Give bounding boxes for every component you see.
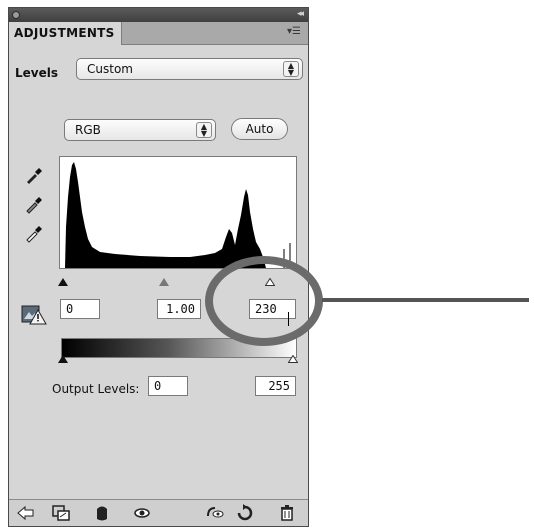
tab-adjustments[interactable]: ADJUSTMENTS [9,22,122,45]
mask-icon[interactable] [92,504,112,522]
white-point-eyedropper-icon[interactable] [23,222,45,244]
histogram-graph [65,162,291,268]
histogram [59,156,297,269]
gray-point-eyedropper-icon[interactable] [23,193,45,215]
panel-menu-icon[interactable]: ▾☰ [287,26,301,37]
input-black-field[interactable]: 0 [60,299,100,319]
channel-value: RGB [75,123,101,137]
select-arrows-icon: ▲ ▼ [196,122,212,138]
input-black-slider[interactable] [58,278,68,286]
preset-value: Custom [87,62,133,76]
reset-icon[interactable] [235,504,255,522]
clipping-warning-icon[interactable] [21,304,47,326]
output-white-slider[interactable] [288,355,298,363]
close-panel-icon[interactable] [12,11,20,19]
auto-button[interactable]: Auto [231,118,288,140]
clip-to-layer-icon[interactable] [51,504,71,522]
black-point-eyedropper-icon[interactable] [23,164,45,186]
visibility-eye-icon[interactable] [132,504,152,522]
output-black-field[interactable]: 0 [148,376,188,396]
input-gamma-slider[interactable] [159,278,169,286]
collapse-panel-icon[interactable]: ◂◂ [297,9,304,19]
view-previous-state-icon[interactable] [205,504,225,522]
output-levels-label: Output Levels: [52,382,140,396]
back-arrow-icon[interactable] [16,504,36,522]
levels-label: Levels [15,66,59,80]
input-gamma-field[interactable]: 1.00 [157,299,201,319]
channel-select[interactable]: RGB ▲ ▼ [64,119,216,141]
panel-titlebar: ◂◂ [9,8,308,22]
output-white-field[interactable]: 255 [255,376,296,396]
callout-line [322,298,529,302]
panel-bottom-bar [9,499,308,526]
output-black-slider[interactable] [58,355,68,363]
preset-select[interactable]: Custom ▲ ▼ [76,58,303,80]
panel-tabstrip: ADJUSTMENTS ▾☰ [9,22,308,45]
highlight-ring [205,256,323,346]
trash-icon[interactable] [277,504,297,522]
select-arrows-icon: ▲ ▼ [283,61,299,77]
